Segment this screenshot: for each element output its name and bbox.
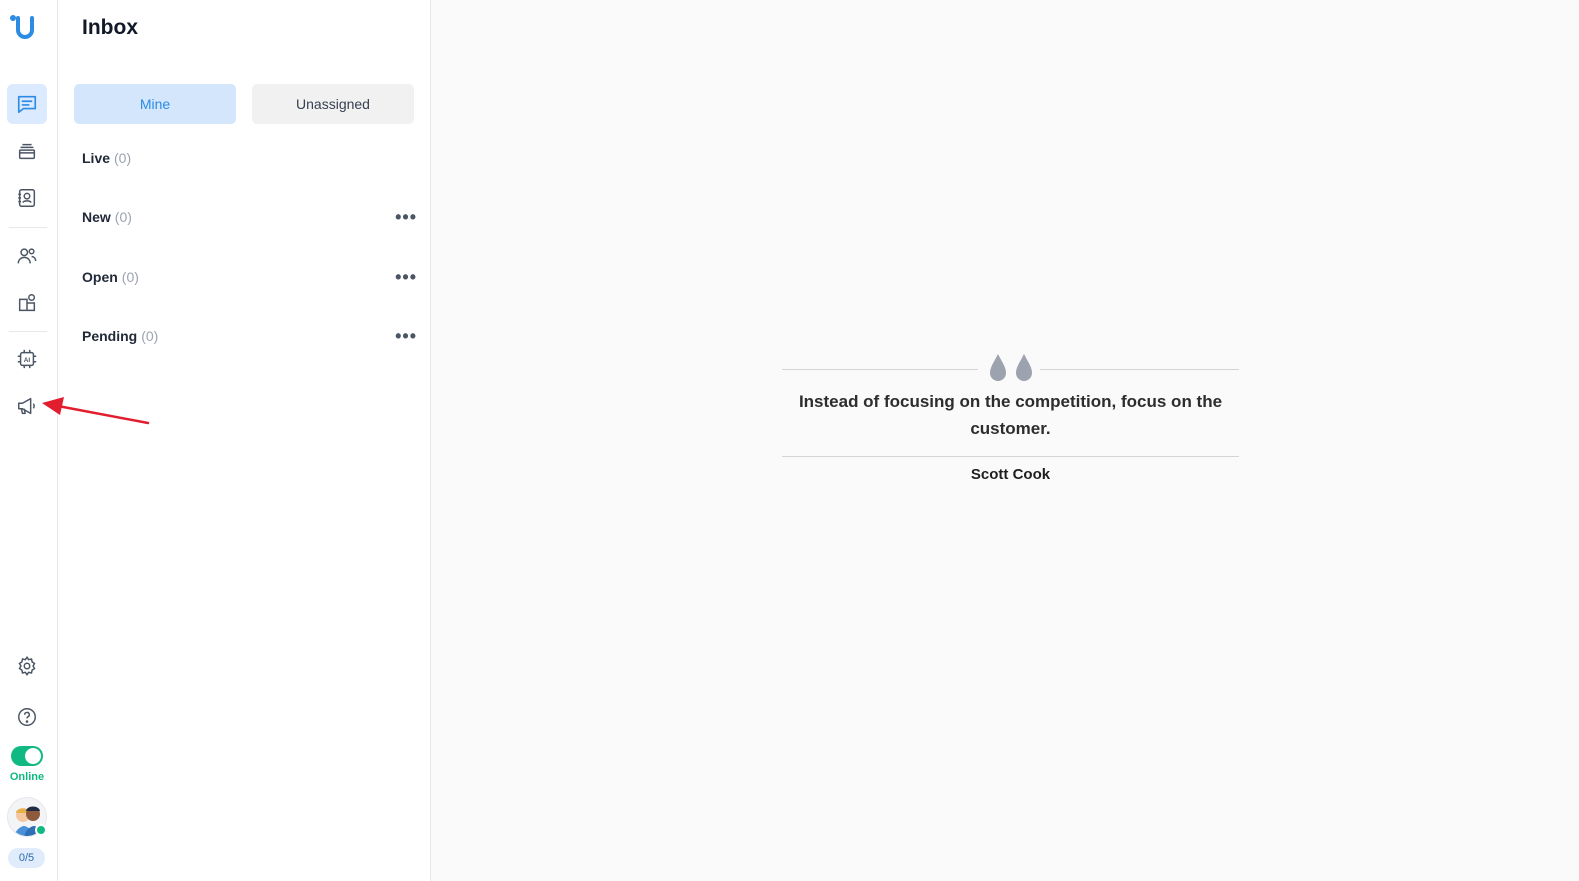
online-indicator (35, 824, 47, 836)
nav-ai-button[interactable]: AI (7, 339, 47, 379)
users-icon (17, 248, 37, 264)
folder-count: (0) (114, 209, 132, 225)
folder-count: (0) (114, 150, 132, 166)
folder-count: (0) (141, 328, 159, 344)
quote-divider (782, 456, 1239, 457)
folder-new[interactable]: New (0) ••• (82, 205, 417, 229)
online-status-label: Online (9, 771, 45, 783)
conversation-empty-state: Instead of focusing on the competition, … (431, 0, 1579, 881)
tab-unassigned[interactable]: Unassigned (252, 84, 414, 124)
folder-pending[interactable]: Pending (0) ••• (82, 324, 417, 348)
nav-divider (9, 331, 47, 332)
inbox-panel: Inbox Mine Unassigned Live (0) New (0) •••… (58, 0, 431, 881)
folder-name: Pending (82, 328, 138, 344)
layers-icon (18, 143, 36, 160)
ai-chip-icon: AI (17, 349, 37, 369)
nav-settings-button[interactable] (7, 646, 47, 686)
nav-integrations-button[interactable] (7, 283, 47, 323)
svg-text:AI: AI (24, 357, 31, 364)
left-nav-rail: AI Online 0/5 (0, 0, 58, 881)
folder-open[interactable]: Open (0) ••• (82, 265, 417, 289)
apps-icon (18, 294, 36, 312)
folder-name: New (82, 209, 111, 225)
nav-team-button[interactable] (7, 236, 47, 276)
megaphone-icon (18, 397, 35, 415)
folder-name: Open (82, 269, 118, 285)
nav-conversations-button[interactable] (7, 84, 47, 124)
nav-contacts-button[interactable] (7, 178, 47, 218)
gear-icon (18, 656, 36, 676)
folder-menu-icon[interactable]: ••• (395, 327, 417, 345)
app-logo[interactable] (9, 12, 41, 44)
nav-divider (9, 227, 47, 228)
quote-text: Instead of focusing on the competition, … (798, 392, 1223, 438)
online-status-toggle[interactable] (11, 746, 43, 766)
nav-help-button[interactable] (7, 697, 47, 737)
folder-count: (0) (121, 269, 139, 285)
nav-tickets-button[interactable] (7, 131, 47, 171)
page-title: Inbox (82, 16, 138, 39)
contact-book-icon (18, 189, 36, 207)
chat-capacity-badge: 0/5 (8, 848, 45, 868)
quote-icon (990, 354, 1032, 381)
help-icon (18, 708, 36, 726)
quote-divider-left (782, 369, 978, 370)
chat-icon (17, 95, 37, 114)
quote-divider-right (1040, 369, 1239, 370)
folder-live[interactable]: Live (0) (82, 146, 417, 170)
nav-campaigns-button[interactable] (7, 386, 47, 426)
tab-mine[interactable]: Mine (74, 84, 236, 124)
folder-menu-icon[interactable]: ••• (395, 268, 417, 286)
folder-menu-icon[interactable]: ••• (395, 208, 417, 226)
folder-name: Live (82, 150, 111, 166)
quote-author: Scott Cook (970, 466, 1051, 483)
